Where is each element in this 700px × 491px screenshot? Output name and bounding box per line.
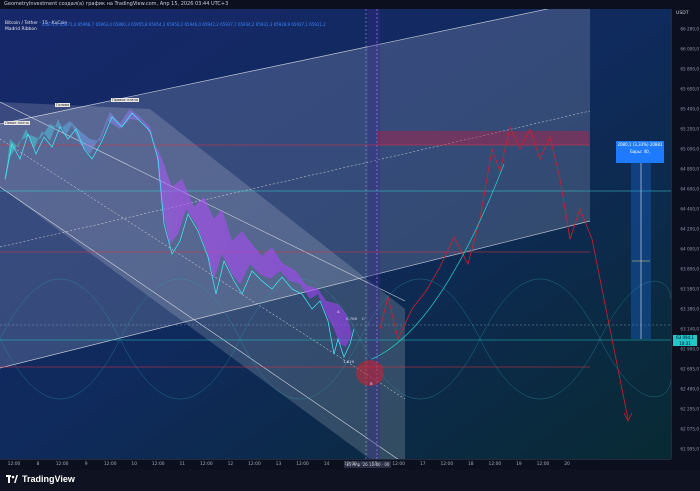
chart-header: GeometryInvestment создал(а) график на T… [0,0,700,9]
time-axis-label: 12:00 [344,462,357,467]
price-axis-label: 62 900,0 [680,346,699,352]
tradingview-logo[interactable]: TradingView [6,474,75,484]
time-axis-label: 12:00 [248,462,261,467]
price-axis[interactable]: 66 280,0 66 000,0 65 800,0 65 600,0 65 400,0… [671,9,700,459]
projection-info-line2: Бары: 40, [630,149,650,154]
wave-1-price: 1,619 [343,359,354,364]
tradingview-logo-icon [6,475,18,483]
price-axis-label: 64 400,0 [680,206,699,212]
time-axis-label: 10 [131,462,137,467]
wave-c-price: 0,706 [346,316,357,321]
wave-label-c: C [362,316,365,321]
current-price-tag: 63 094,1 10:31 [673,335,697,346]
price-axis-label: 65 200,0 [680,126,699,132]
price-axis-label: 65 800,0 [680,66,699,72]
price-axis-label: 63 380,0 [680,306,699,312]
time-axis-label: 12:00 [200,462,213,467]
indicator-legend[interactable]: Madrid Ribbon [5,27,37,32]
time-axis-label: 19 [516,462,522,467]
brand-name: TradingView [22,474,75,484]
price-axis-label: 65 600,0 [680,86,699,92]
price-axis-label: 65 400,0 [680,106,699,112]
price-axis-label: 66 280,0 [680,26,699,32]
time-axis-label: 13 [275,462,282,467]
currency-label: USDT [676,11,689,16]
time-axis-label: 20 [564,462,570,467]
time-axis-label: 12 [227,462,234,467]
resistance-zone[interactable] [377,131,589,145]
chart-pane[interactable]: Bitcoin / Tether · 15 · KuCoin 65871,4 6… [0,9,671,459]
annotation-left-shoulder[interactable]: Левое плечо [4,121,30,125]
price-axis-label: 64 600,0 [680,186,699,192]
price-axis-label: 63 580,0 [680,286,699,292]
time-axis-label: 12:00 [392,462,406,467]
time-axis-label: 12:00 [536,462,550,467]
price-axis-label: 63 140,0 [680,326,699,332]
price-axis-label: 62 075,0 [680,426,699,432]
chart-canvas[interactable] [0,9,671,459]
time-axis-label: 12:00 [440,462,454,467]
time-axis-label: 15 [371,462,378,467]
price-axis-label: 62 480,0 [680,386,699,392]
price-axis-label: 62 695,0 [680,366,699,372]
current-session-highlight [368,9,380,459]
indicator-values: 65871,4 65871,4 65968,7 65963,4 65860,3 … [42,22,326,27]
time-axis-label: 9 [84,462,88,467]
time-axis-label: 14 [323,462,330,467]
price-axis-label: 62 295,0 [680,406,699,412]
annotation-right-shoulder[interactable]: Правое плечо [111,98,140,102]
tradingview-chart-window: GeometryInvestment создал(а) график на T… [0,0,700,491]
price-axis-label: 64 800,0 [680,166,699,172]
chart-caption: GeometryInvestment создал(а) график на T… [4,1,229,7]
time-axis-label: 12:00 [151,462,165,467]
projection-info-box[interactable]: 2080,1 (3,33%) 20881 Бары: 40, [616,141,664,163]
time-axis-label: 12:00 [55,462,69,467]
time-axis-label: 8 [36,462,40,467]
time-axis-label: 18 [468,462,474,467]
wave-label-a: A [337,309,340,314]
time-axis-label: 12:00 [488,462,502,467]
projection-info-line1: 2080,1 (3,33%) 20881 [617,142,663,147]
time-axis-label: 12:00 [103,462,117,467]
time-axis-label: 12:00 [7,462,21,467]
annotation-head[interactable]: Голова [55,103,71,107]
current-price-countdown: 10:31 [679,340,691,346]
price-axis-label: 66 000,0 [680,46,699,52]
footer-bar: TradingView [0,469,700,491]
price-axis-label: 64 000,0 [680,246,699,252]
time-axis-label: 11 [179,462,186,467]
price-axis-label: 65 000,0 [680,146,699,152]
price-axis-label: 63 800,0 [680,266,699,272]
time-axis-label: 12:00 [296,462,309,467]
price-axis-label: 64 200,0 [680,226,699,232]
wave-label-b: B [370,381,373,386]
current-price-value: 63 094,1 [676,335,694,340]
time-axis-label: 17 [419,462,426,467]
price-axis-label: 61 995,0 [680,446,699,452]
